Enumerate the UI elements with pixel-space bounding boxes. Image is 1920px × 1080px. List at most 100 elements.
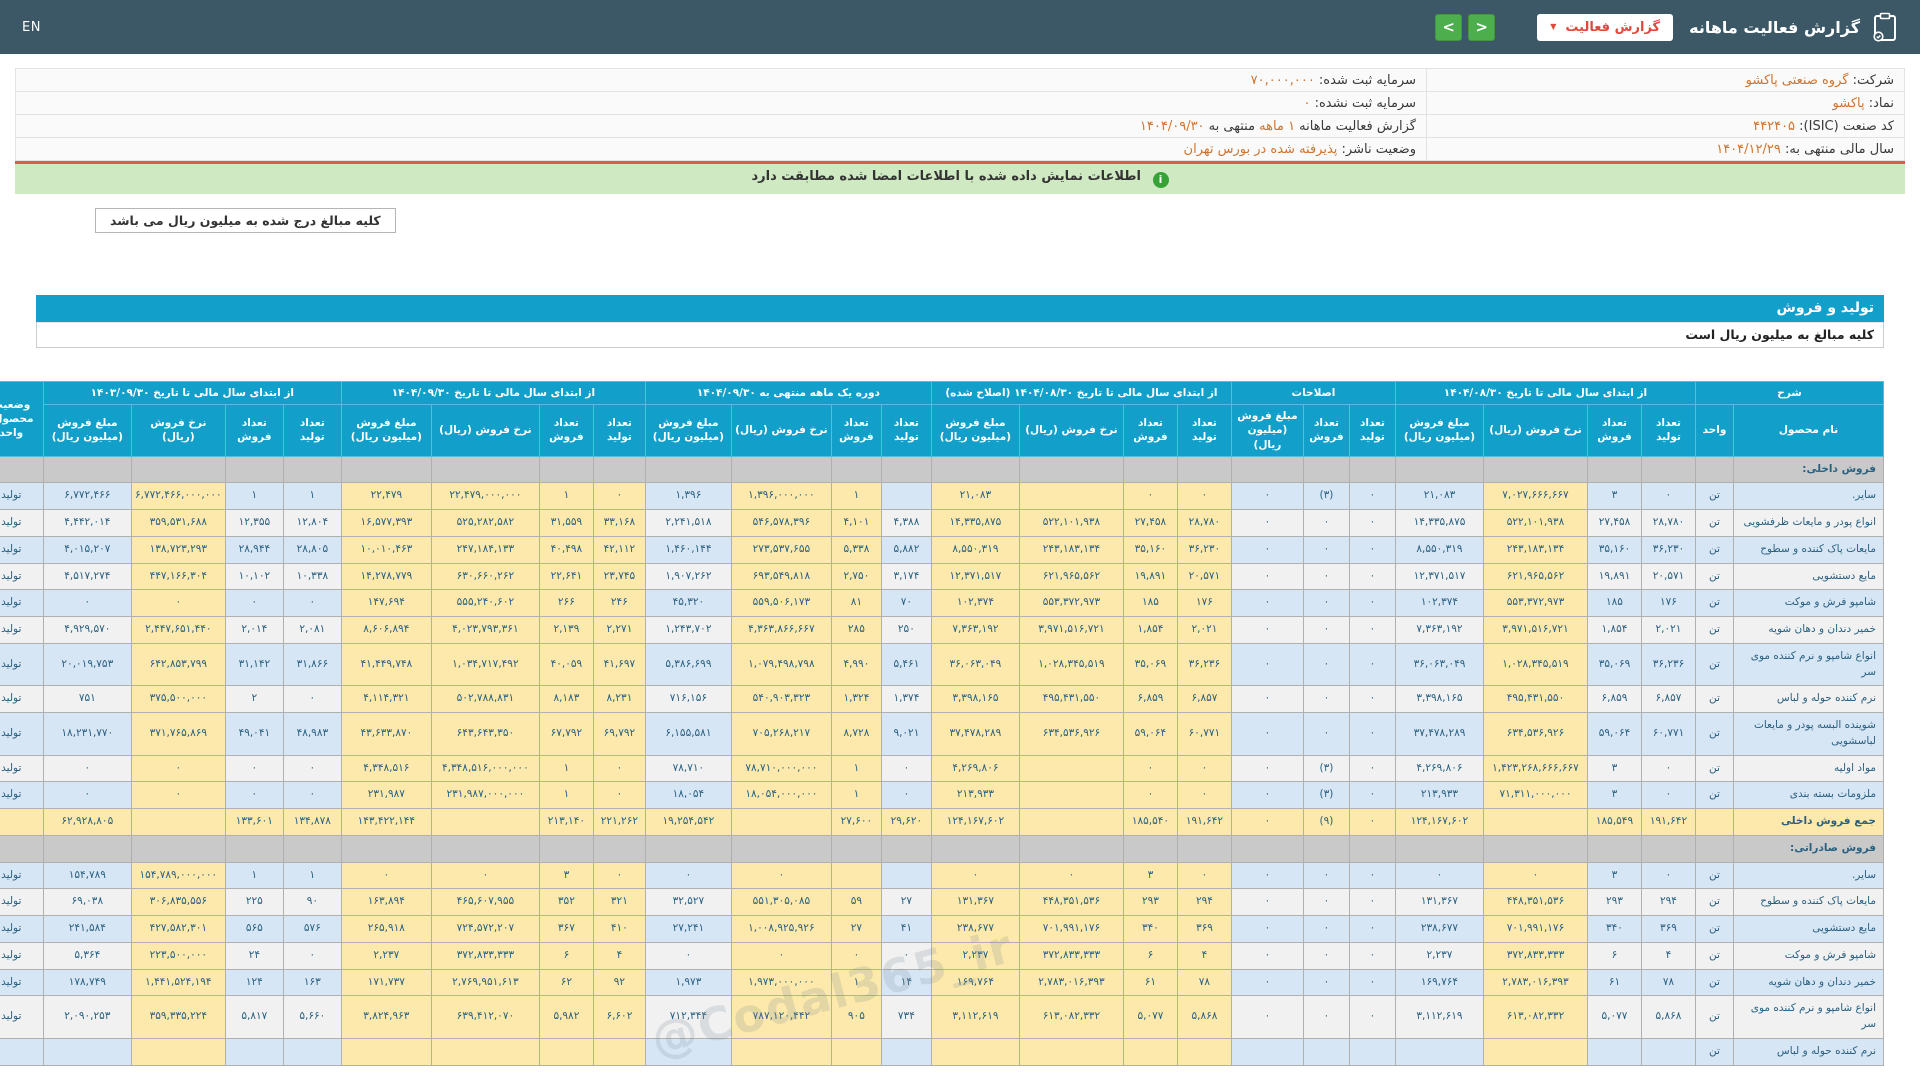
value-cell: ۰	[1230, 562, 1304, 591]
value-cell	[1348, 834, 1396, 863]
value-cell: ۰	[1230, 808, 1304, 836]
amount-note-box: کلیه مبالغ درج شده به میلیون ریال می باش…	[95, 208, 396, 233]
value-cell	[130, 834, 226, 863]
value-cell: ۴۹,۰۴۱	[224, 712, 284, 756]
value-cell	[1018, 834, 1124, 863]
value-cell: تولید	[0, 754, 44, 783]
report-navigation: < >	[1435, 13, 1496, 41]
value-cell: ۵۷۶	[282, 915, 342, 943]
value-cell: ۲۰,۵۷۱	[1641, 562, 1696, 591]
value-cell	[224, 834, 284, 863]
value-cell: ۲۴	[224, 941, 284, 970]
value-cell	[830, 455, 882, 484]
info-label: سال مالی منتهی به:	[1780, 141, 1894, 157]
value-cell: ۳۶۷	[538, 915, 594, 943]
value-cell	[430, 834, 540, 863]
product-name-cell: شامپو فرش و موکت	[1733, 941, 1884, 970]
value-cell: ۲۲۳,۵۰۰,۰۰۰	[130, 941, 226, 970]
value-cell	[730, 1037, 832, 1066]
value-cell: ۲۳۸,۶۷۷	[930, 915, 1020, 943]
table-amount-note: کلیه مبالغ به میلیون ریال است	[36, 322, 1884, 348]
value-cell: ۲,۰۱۴	[224, 616, 284, 644]
value-cell: ۰	[880, 781, 932, 810]
info-cell: کد صنعت (ISIC): ۴۴۲۴۰۵	[1426, 114, 1905, 138]
value-cell: ۱,۴۲۳,۲۶۸,۶۶۶,۶۶۷	[1483, 754, 1588, 783]
value-cell	[644, 1037, 732, 1066]
value-cell: ۰	[592, 861, 646, 890]
value-cell: ۳,۱۷۴	[880, 562, 932, 591]
value-cell: ۳۳,۱۶۸	[592, 509, 646, 537]
value-cell: ۵,۸۶۸	[1641, 995, 1696, 1039]
value-cell: ۲,۲۳۷	[1394, 941, 1485, 970]
value-cell: ۹,۰۲۱	[880, 712, 932, 756]
value-cell: ۰	[282, 781, 342, 810]
value-cell: تولید	[0, 861, 44, 890]
value-cell: ۲,۲۷۱	[592, 616, 646, 644]
value-cell: ۰	[282, 754, 342, 783]
value-cell: ۹۲	[592, 968, 646, 997]
value-cell: (۳)	[1302, 754, 1350, 783]
table-row: ملزومات بسته بندی تن ۰ ۳ ۷۱,۳۱۱,۰۰۰,۰۰۰ ۲۱۳,۹…	[0, 781, 1884, 810]
value-cell: ۲۲۱,۲۶۲	[592, 808, 646, 836]
value-cell: ۳۴۰	[1587, 915, 1642, 943]
value-cell: ۶۲۱,۹۶۵,۵۶۲	[1018, 562, 1124, 591]
product-name-cell: شامپو فرش و موکت	[1733, 589, 1884, 618]
value-cell	[880, 834, 932, 863]
value-cell: تولید	[0, 482, 44, 511]
value-cell: ۶۱۳,۰۸۲,۳۳۲	[1018, 995, 1124, 1039]
value-cell: ۵۲۲,۱۰۱,۹۳۸	[1018, 509, 1124, 537]
value-cell	[1018, 482, 1124, 511]
value-cell: تن	[1695, 1037, 1734, 1066]
column-header: مبلغ فروش (میلیون ریال)	[930, 404, 1020, 457]
product-name-cell: مواد اولیه	[1733, 754, 1884, 783]
value-cell: ۶	[1587, 941, 1642, 970]
column-header: نرخ فروش (ریال)	[1483, 404, 1588, 457]
value-cell: ۰	[130, 781, 226, 810]
value-cell	[1695, 834, 1734, 863]
value-cell	[930, 1037, 1020, 1066]
value-cell: ۴۱۰	[592, 915, 646, 943]
value-cell: ۱۰,۳۳۸	[282, 562, 342, 591]
value-cell: ۰	[430, 861, 540, 890]
table-row: مایعات پاک کننده و سطوح تن ۲۹۴ ۲۹۳ ۴۴۸,۳۵۱,۵…	[0, 888, 1884, 917]
value-cell	[1302, 455, 1350, 484]
value-cell: تولید	[0, 642, 44, 687]
value-cell: ۰	[644, 861, 732, 890]
value-cell: ۰	[1348, 995, 1396, 1039]
next-report-button[interactable]: >	[1468, 13, 1496, 41]
value-cell	[1018, 781, 1124, 810]
value-cell: ۱,۰۲۸,۳۴۵,۵۱۹	[1483, 642, 1588, 687]
value-cell	[1348, 1037, 1396, 1066]
value-cell: ۳۷۲,۸۳۳,۳۳۳	[1483, 941, 1588, 970]
value-cell	[880, 455, 932, 484]
value-cell	[1394, 834, 1485, 863]
page-title: گزارش فعالیت ماهانه	[1689, 17, 1860, 37]
value-cell	[1641, 455, 1696, 484]
value-cell: ۱۶۹,۷۶۴	[930, 968, 1020, 997]
value-cell: ۳۷۱,۷۶۵,۸۶۹	[130, 712, 226, 756]
info-label: منتهی به	[1204, 118, 1260, 134]
value-cell: ۱۹,۲۵۴,۵۴۲	[644, 808, 732, 836]
value-cell: ۱۲۴	[224, 968, 284, 997]
value-cell	[1176, 455, 1232, 484]
language-toggle-en[interactable]: EN	[22, 20, 41, 35]
value-cell: ۰	[1348, 535, 1396, 564]
value-cell: ۱۵۴,۷۸۹	[42, 861, 132, 890]
product-name-cell: سایر.	[1733, 861, 1884, 890]
value-cell: ۳۲۱	[592, 888, 646, 917]
table-row: خمیر دندان و دهان شویه تن ۷۸ ۶۱ ۲,۷۸۳,۰۱۶,۳۹…	[0, 968, 1884, 997]
prev-report-button[interactable]: <	[1435, 13, 1463, 41]
column-header: نرخ فروش (ریال)	[430, 404, 540, 457]
value-cell: ۰	[1018, 861, 1124, 890]
table-body: فروش داخلی: سایر. تن ۰ ۳ ۷,۰۲۷,۶۶۶,۶۶۷ ۲۱,۰۸۳ ۰…	[0, 455, 1884, 1066]
value-cell: ۷,۳۶۳,۱۹۲	[930, 616, 1020, 644]
value-cell	[1176, 1037, 1232, 1066]
value-cell: ۸,۱۸۳	[538, 685, 594, 714]
product-name-cell: شوینده البسه پودر و مایعات لباسشویی	[1733, 712, 1884, 756]
value-cell	[42, 1037, 132, 1066]
value-cell: ۹۰۵	[830, 995, 882, 1039]
value-cell: ۲۰,۵۷۱	[1176, 562, 1232, 591]
value-cell: ۳۵,۰۶۹	[1122, 642, 1178, 687]
value-cell: تن	[1695, 968, 1734, 997]
report-type-dropdown[interactable]: گزارش فعالیت ▼	[1537, 13, 1674, 41]
